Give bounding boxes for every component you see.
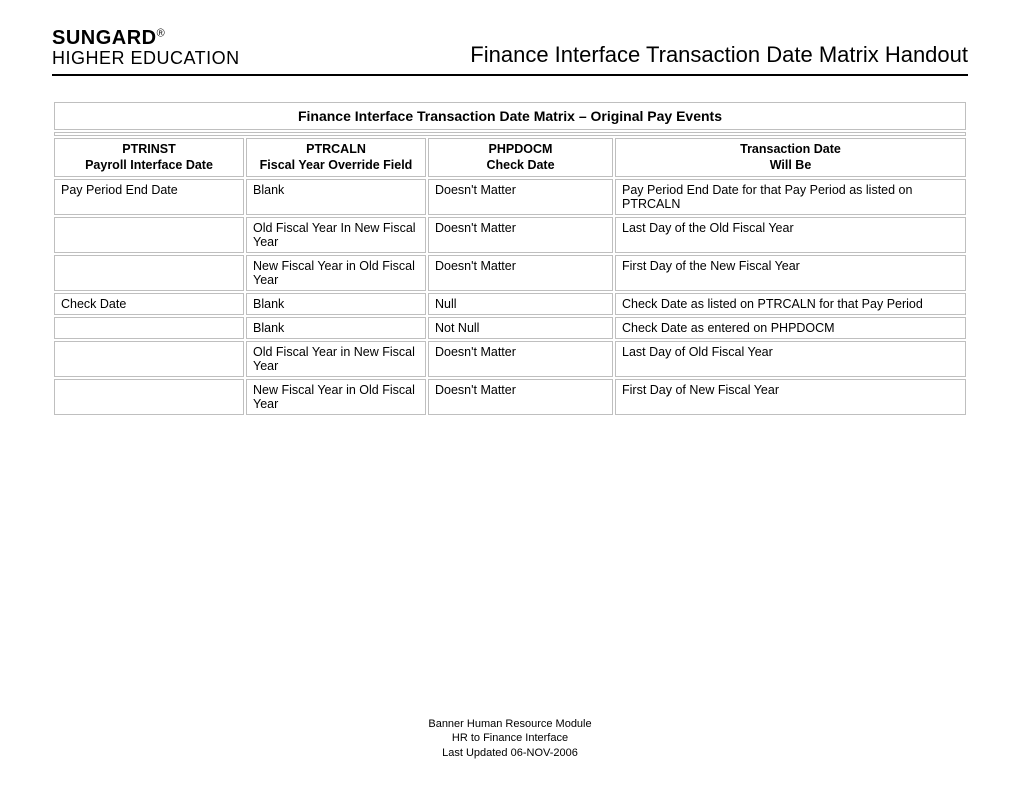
cell-c2: New Fiscal Year in Old Fiscal Year: [246, 379, 426, 415]
column-header-ptrcaln: PTRCALN Fiscal Year Override Field: [246, 138, 426, 177]
header-line1: PHPDOCM: [489, 142, 553, 156]
column-header-transaction-date: Transaction Date Will Be: [615, 138, 966, 177]
cell-c3: Doesn't Matter: [428, 255, 613, 291]
page-footer: Banner Human Resource Module HR to Finan…: [0, 717, 1020, 760]
header-line1: Transaction Date: [740, 142, 841, 156]
cell-c1: Check Date: [54, 293, 244, 315]
cell-c3: Not Null: [428, 317, 613, 339]
table-header-row: PTRINST Payroll Interface Date PTRCALN F…: [54, 138, 966, 177]
header-line2: Fiscal Year Override Field: [260, 158, 413, 172]
cell-c2: Blank: [246, 293, 426, 315]
cell-c3: Doesn't Matter: [428, 341, 613, 377]
logo-brand: SUNGARD®: [52, 28, 240, 49]
footer-line3: Last Updated 06-NOV-2006: [0, 746, 1020, 760]
registered-icon: ®: [157, 27, 166, 39]
header-line1: PTRINST: [122, 142, 175, 156]
table-row: New Fiscal Year in Old Fiscal Year Doesn…: [54, 379, 966, 415]
table-row: Old Fiscal Year In New Fiscal Year Doesn…: [54, 217, 966, 253]
logo: SUNGARD® HIGHER EDUCATION: [52, 28, 240, 68]
footer-line1: Banner Human Resource Module: [0, 717, 1020, 731]
page-title: Finance Interface Transaction Date Matri…: [470, 42, 968, 68]
cell-c4: First Day of New Fiscal Year: [615, 379, 966, 415]
cell-c4: Check Date as entered on PHPDOCM: [615, 317, 966, 339]
cell-c3: Doesn't Matter: [428, 217, 613, 253]
cell-c3: Null: [428, 293, 613, 315]
table-row: Blank Not Null Check Date as entered on …: [54, 317, 966, 339]
table-title-row: Finance Interface Transaction Date Matri…: [54, 102, 966, 130]
cell-c4: First Day of the New Fiscal Year: [615, 255, 966, 291]
cell-c2: Blank: [246, 317, 426, 339]
cell-c1: [54, 379, 244, 415]
cell-c2: Old Fiscal Year In New Fiscal Year: [246, 217, 426, 253]
cell-c4: Last Day of Old Fiscal Year: [615, 341, 966, 377]
column-header-ptrinst: PTRINST Payroll Interface Date: [54, 138, 244, 177]
header-line2: Will Be: [770, 158, 812, 172]
column-header-phpdocm: PHPDOCM Check Date: [428, 138, 613, 177]
cell-c2: New Fiscal Year in Old Fiscal Year: [246, 255, 426, 291]
cell-c4: Check Date as listed on PTRCALN for that…: [615, 293, 966, 315]
page-header: SUNGARD® HIGHER EDUCATION Finance Interf…: [52, 28, 968, 76]
matrix-table: Finance Interface Transaction Date Matri…: [52, 100, 968, 417]
table-spacer: [54, 132, 966, 136]
cell-c2: Old Fiscal Year in New Fiscal Year: [246, 341, 426, 377]
cell-c2: Blank: [246, 179, 426, 215]
logo-subtitle: HIGHER EDUCATION: [52, 49, 240, 68]
cell-c1: [54, 217, 244, 253]
cell-c1: Pay Period End Date: [54, 179, 244, 215]
cell-c1: [54, 341, 244, 377]
header-line1: PTRCALN: [306, 142, 366, 156]
header-line2: Payroll Interface Date: [85, 158, 213, 172]
table-row: New Fiscal Year in Old Fiscal Year Doesn…: [54, 255, 966, 291]
footer-line2: HR to Finance Interface: [0, 731, 1020, 745]
table-row: Check Date Blank Null Check Date as list…: [54, 293, 966, 315]
document-page: SUNGARD® HIGHER EDUCATION Finance Interf…: [0, 0, 1020, 788]
cell-c1: [54, 255, 244, 291]
table-spacer-row: [54, 132, 966, 136]
header-line2: Check Date: [486, 158, 554, 172]
cell-c3: Doesn't Matter: [428, 379, 613, 415]
table-row: Old Fiscal Year in New Fiscal Year Doesn…: [54, 341, 966, 377]
cell-c1: [54, 317, 244, 339]
cell-c4: Last Day of the Old Fiscal Year: [615, 217, 966, 253]
table-title: Finance Interface Transaction Date Matri…: [54, 102, 966, 130]
logo-top-text: SUNGARD: [52, 27, 157, 49]
cell-c4: Pay Period End Date for that Pay Period …: [615, 179, 966, 215]
cell-c3: Doesn't Matter: [428, 179, 613, 215]
table-row: Pay Period End Date Blank Doesn't Matter…: [54, 179, 966, 215]
